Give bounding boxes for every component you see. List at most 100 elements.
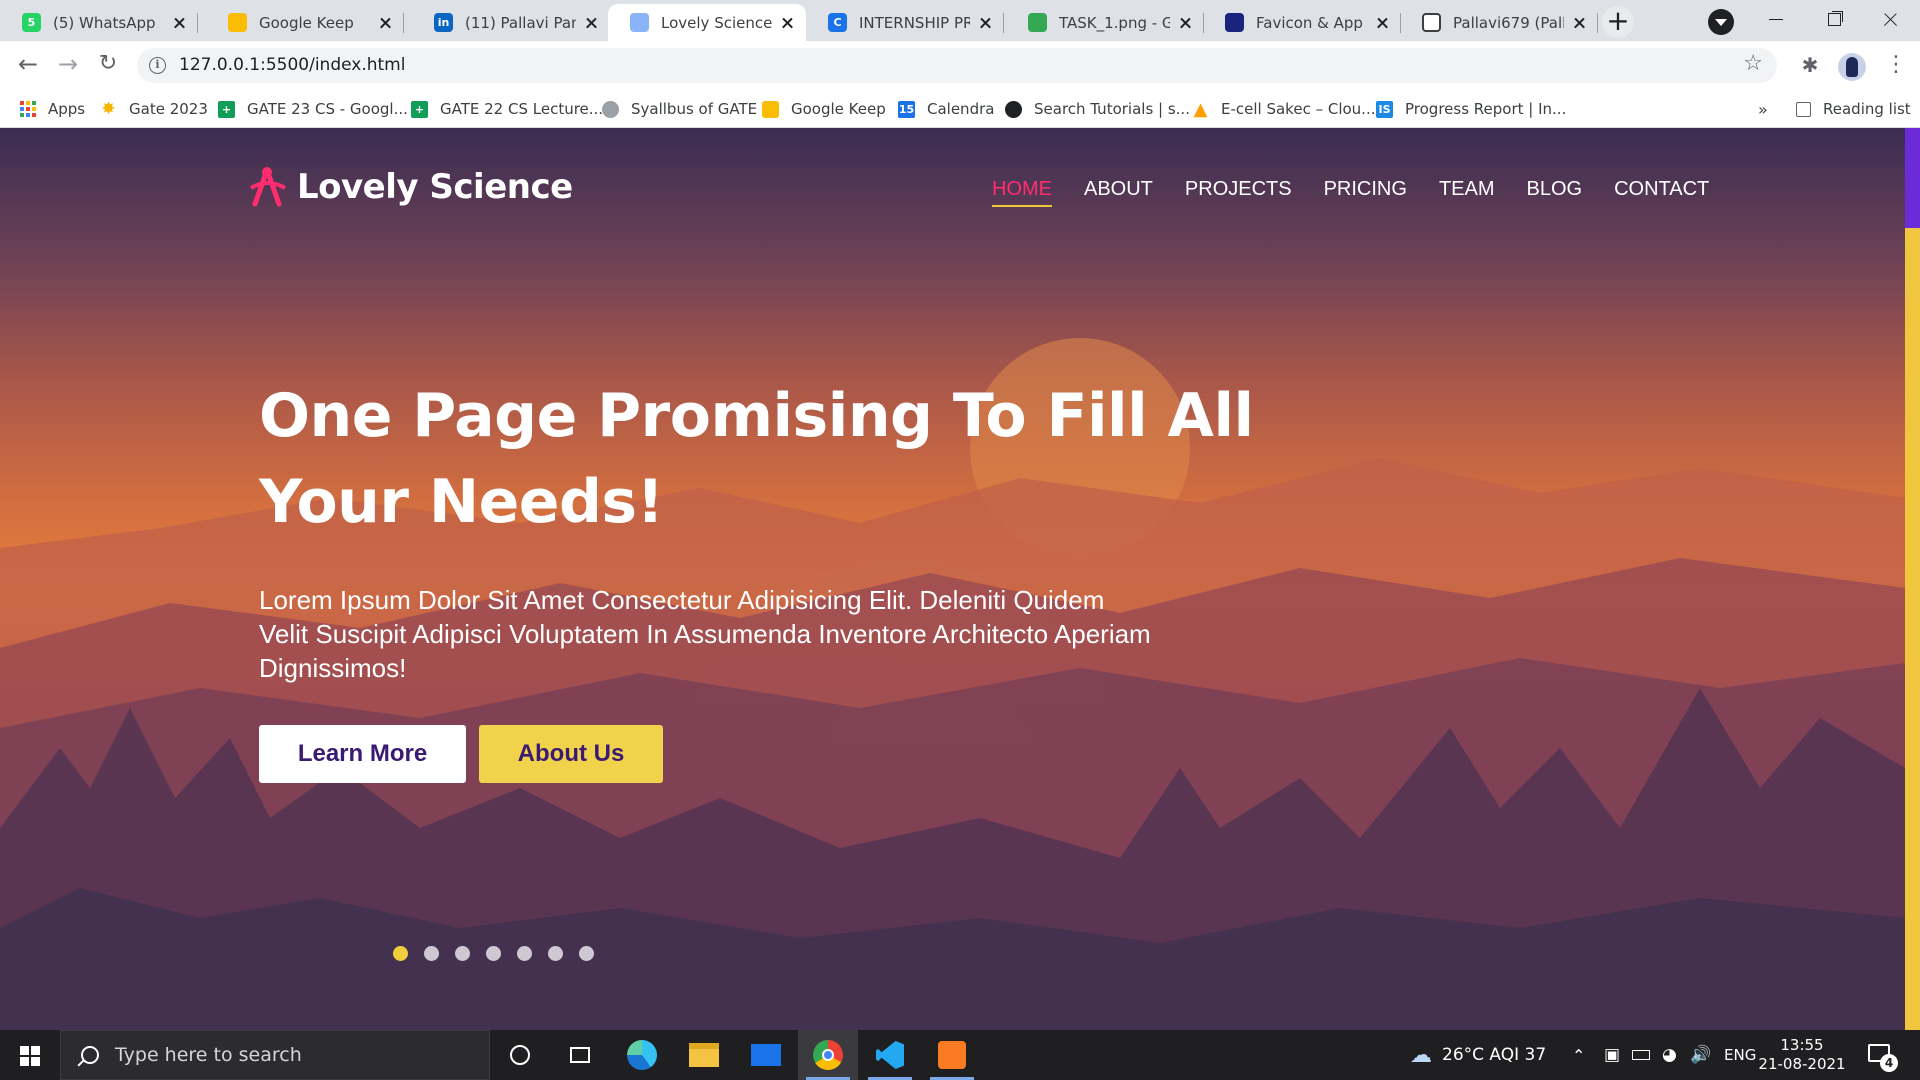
bookmark-ecell-sakec[interactable]: ▲ E-cell Sakec – Clou... <box>1192 90 1376 128</box>
tray-overflow-icon[interactable]: ⌃ <box>1572 1030 1585 1080</box>
notification-center-icon[interactable]: 4 <box>1866 1040 1898 1072</box>
file-explorer-icon[interactable] <box>674 1030 734 1080</box>
bookmark-gate-23-cs[interactable]: + GATE 23 CS - Googl... <box>218 90 408 128</box>
tab-close-icon[interactable] <box>170 14 188 32</box>
bookmark-calendra[interactable]: 15 Calendra <box>898 90 994 128</box>
tab-close-icon[interactable] <box>976 14 994 32</box>
slider-dot[interactable] <box>393 946 408 961</box>
slider-dot[interactable] <box>455 946 470 961</box>
minimize-button[interactable] <box>1748 0 1804 41</box>
mail-icon[interactable] <box>736 1030 796 1080</box>
bookmark-gate-2023[interactable]: ✸ Gate 2023 <box>100 90 208 128</box>
tab-close-icon[interactable] <box>1176 14 1194 32</box>
is-badge-icon: IS <box>1376 100 1393 118</box>
tab-title: Google Keep <box>259 13 354 32</box>
wifi-icon[interactable]: ◕ <box>1662 1030 1677 1080</box>
browser-tab[interactable]: 5 (5) WhatsApp <box>0 4 198 41</box>
url-text[interactable]: 127.0.0.1:5500/index.html <box>179 55 405 75</box>
bookmark-label: Google Keep <box>791 100 886 118</box>
browser-toolbar: ← → ↻ i 127.0.0.1:5500/index.html ☆ ✱ ⋮ <box>0 41 1920 90</box>
apps-grid-icon <box>20 101 36 117</box>
task-view-icon[interactable] <box>550 1030 610 1080</box>
browser-tab[interactable]: in (11) Pallavi Pandey <box>412 4 610 41</box>
language-indicator[interactable]: ENG <box>1724 1030 1756 1080</box>
nav-team[interactable]: TEAM <box>1439 178 1495 207</box>
bookmarks-overflow-button[interactable]: » <box>1758 90 1768 128</box>
tab-title: Pallavi679 (Pallavi <box>1453 13 1564 32</box>
atom-icon <box>249 167 287 207</box>
close-window-button[interactable] <box>1862 0 1918 41</box>
weather-widget[interactable]: ☁ 26°C AQI 37 <box>1410 1030 1546 1080</box>
maximize-button[interactable] <box>1806 0 1862 41</box>
bookmark-label: Calendra <box>927 100 995 118</box>
reading-list-button[interactable]: Reading list <box>1796 90 1911 128</box>
tab-favicon-icon <box>1225 13 1244 32</box>
browser-tab[interactable]: Lovely Science | LO <box>608 4 806 41</box>
tab-close-icon[interactable] <box>582 14 600 32</box>
address-bar[interactable]: i 127.0.0.1:5500/index.html ☆ <box>137 48 1777 83</box>
nav-about[interactable]: ABOUT <box>1084 178 1153 207</box>
cortana-icon[interactable] <box>490 1030 550 1080</box>
main-navigation: HOME ABOUT PROJECTS PRICING TEAM BLOG CO… <box>992 178 1741 207</box>
page-scrollbar[interactable] <box>1905 128 1920 1030</box>
nav-home[interactable]: HOME <box>992 178 1052 207</box>
bookmark-apps[interactable]: Apps <box>20 90 85 128</box>
vscode-icon[interactable] <box>860 1030 920 1080</box>
extensions-icon[interactable]: ✱ <box>1795 51 1825 81</box>
browser-tab[interactable]: C INTERNSHIP PROG <box>806 4 1004 41</box>
bookmark-label: Syallbus of GATE <box>631 100 758 118</box>
bookmark-google-keep[interactable]: Google Keep <box>762 90 886 128</box>
back-button[interactable]: ← <box>12 49 44 81</box>
browser-tab[interactable]: TASK_1.png - Goo <box>1006 4 1204 41</box>
taskbar-search-box[interactable]: Type here to search <box>60 1030 490 1080</box>
about-us-button[interactable]: About Us <box>479 725 663 783</box>
reading-list-icon <box>1796 101 1811 117</box>
browser-tab[interactable]: Favicon & App Ico <box>1203 4 1401 41</box>
nav-projects[interactable]: PROJECTS <box>1185 178 1292 207</box>
clock[interactable]: 13:55 21-08-2021 <box>1758 1036 1846 1074</box>
nav-blog[interactable]: BLOG <box>1527 178 1583 207</box>
new-tab-button[interactable]: + <box>1602 6 1634 38</box>
edge-icon[interactable] <box>612 1030 672 1080</box>
slider-dot[interactable] <box>517 946 532 961</box>
volume-icon[interactable]: 🔊 <box>1690 1030 1711 1080</box>
profile-avatar[interactable] <box>1838 53 1866 81</box>
slider-dot[interactable] <box>424 946 439 961</box>
windows-start-icon[interactable] <box>0 1030 60 1080</box>
tab-close-icon[interactable] <box>1373 14 1391 32</box>
learn-more-button[interactable]: Learn More <box>259 725 466 783</box>
tab-favicon-icon <box>1422 13 1441 32</box>
tab-title: TASK_1.png - Goo <box>1059 13 1170 32</box>
scrollbar-thumb[interactable] <box>1905 128 1920 228</box>
bookmark-label: Search Tutorials | s... <box>1034 100 1190 118</box>
forward-button[interactable]: → <box>52 49 84 81</box>
site-logo[interactable]: Lovely Science <box>247 166 573 208</box>
tab-close-icon[interactable] <box>376 14 394 32</box>
firebase-icon: ▲ <box>1193 98 1208 120</box>
browser-tab[interactable]: Pallavi679 (Pallavi <box>1400 4 1598 41</box>
bookmark-star-icon[interactable]: ☆ <box>1743 51 1763 76</box>
tab-close-icon[interactable] <box>778 14 796 32</box>
bookmark-syllabus-gate[interactable]: Syallbus of GATE <box>602 90 757 128</box>
battery-icon[interactable] <box>1632 1030 1650 1080</box>
chrome-icon[interactable] <box>798 1030 858 1080</box>
slider-dot[interactable] <box>486 946 501 961</box>
tab-close-icon[interactable] <box>1570 14 1588 32</box>
slider-dot[interactable] <box>548 946 563 961</box>
bookmark-gate-22-cs[interactable]: + GATE 22 CS Lecture... <box>411 90 603 128</box>
slider-dot[interactable] <box>579 946 594 961</box>
browser-tab[interactable]: Google Keep <box>206 4 404 41</box>
tab-search-icon[interactable] <box>1708 9 1734 35</box>
site-info-icon[interactable]: i <box>149 57 166 74</box>
reload-button[interactable]: ↻ <box>92 49 124 81</box>
tab-favicon-icon <box>1028 13 1047 32</box>
nav-pricing[interactable]: PRICING <box>1324 178 1407 207</box>
bookmark-search-tutorials[interactable]: Search Tutorials | s... <box>1005 90 1190 128</box>
keep-icon <box>762 100 779 118</box>
bookmark-progress-report[interactable]: IS Progress Report | In... <box>1376 90 1566 128</box>
nav-contact[interactable]: CONTACT <box>1614 178 1709 207</box>
taskbar-search-placeholder: Type here to search <box>115 1044 302 1066</box>
browser-menu-icon[interactable]: ⋮ <box>1881 51 1911 81</box>
xampp-icon[interactable] <box>922 1030 982 1080</box>
device-icon[interactable]: ▣ <box>1604 1030 1620 1080</box>
